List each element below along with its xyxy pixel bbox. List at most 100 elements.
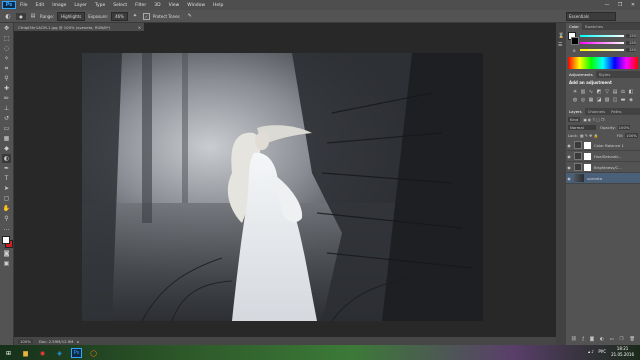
selective-color-icon[interactable]: ◈ [628,97,634,103]
fill-input[interactable]: 100% [625,133,638,138]
menu-3d[interactable]: 3D [150,3,164,8]
eye-icon[interactable]: ◉ [566,165,572,170]
menu-select[interactable]: Select [109,3,131,8]
exposure-icon[interactable]: ◩ [596,89,602,95]
menu-file[interactable]: File [16,3,32,8]
eraser-tool-icon[interactable]: ▭ [2,124,11,133]
healing-tool-icon[interactable]: ✚ [2,84,11,93]
photo-canvas[interactable] [82,53,483,321]
protect-tones-checkbox[interactable]: ✓ [142,12,150,20]
opera-taskbar-icon[interactable]: ◯ [88,348,99,358]
clock[interactable]: 18:21 21.05.2016 [611,346,634,358]
menu-layer[interactable]: Layer [70,3,91,8]
zoom-tool-icon[interactable]: ⚲ [2,214,11,223]
screen-mode-icon[interactable]: ▣ [2,259,11,268]
blend-mode-select[interactable]: Normal [568,125,596,130]
menu-edit[interactable]: Edit [32,3,49,8]
kind-filter-select[interactable]: Kind [568,117,581,122]
menu-window[interactable]: Window [183,3,209,8]
menu-help[interactable]: Help [209,3,227,8]
tab-channels[interactable]: Channels [585,108,609,115]
maximize-button[interactable]: ❐ [615,1,625,8]
eye-icon[interactable]: ◉ [566,176,572,181]
layer-name[interactable]: Hue/Saturati... [594,154,622,159]
properties-panel-icon[interactable]: ☰ [558,42,564,48]
history-brush-tool-icon[interactable]: ↺ [2,114,11,123]
vibrance-icon[interactable]: ▽ [604,89,610,95]
hue-saturation-icon[interactable]: ▤ [612,89,618,95]
slider-b-value[interactable]: 255 [626,48,636,52]
close-button[interactable]: ✕ [628,1,638,8]
gradient-map-icon[interactable]: ▬ [620,97,626,103]
curves-icon[interactable]: ∿ [588,89,594,95]
color-swatches[interactable] [0,234,13,248]
crop-tool-icon[interactable]: ⌗ [2,64,11,73]
pressure-icon[interactable]: ✎ [186,12,194,20]
layer-mask-thumb[interactable] [584,152,591,160]
browser-taskbar-icon[interactable]: ◉ [37,348,48,358]
shape-tool-icon[interactable]: ▢ [2,194,11,203]
tab-adjustments[interactable]: Adjustments [566,71,596,78]
hand-tool-icon[interactable]: ✋ [2,204,11,213]
gradient-tool-icon[interactable]: ▦ [2,134,11,143]
brush-tool-icon[interactable]: ✏ [2,94,11,103]
add-mask-icon[interactable]: ◙ [590,337,594,342]
new-layer-icon[interactable]: ❐ [620,337,624,342]
workspace-select[interactable]: Essentials [566,12,616,21]
path-select-tool-icon[interactable]: ➤ [2,184,11,193]
photoshop-taskbar-icon[interactable]: Ps [71,348,82,358]
close-tab-icon[interactable]: ✕ [138,25,141,30]
posterize-icon[interactable]: ▨ [604,97,610,103]
dodge-tool-icon-active[interactable]: ◐ [2,154,11,163]
tab-swatches[interactable]: Swatches [582,23,606,30]
photo-filter-icon[interactable]: ◍ [572,97,578,103]
brush-preset-picker[interactable]: ● [16,12,26,20]
link-layers-icon[interactable]: ⛓ [571,337,577,342]
lasso-tool-icon[interactable]: ◌ [2,44,11,53]
fx-icon[interactable]: ƒ [582,337,584,342]
slider-g-value[interactable]: 255 [626,41,636,45]
layer-name[interactable]: Color Balance 1 [594,143,624,148]
app-taskbar-icon[interactable]: ◈ [54,348,65,358]
quick-select-tool-icon[interactable]: ✧ [2,54,11,63]
delete-layer-icon[interactable]: 🗑 [629,337,635,342]
opacity-input[interactable]: 100% [617,125,631,130]
explorer-taskbar-icon[interactable]: ▆ [20,348,31,358]
tray-icons[interactable]: ▴ ♪ [588,349,594,354]
minimize-button[interactable]: — [602,1,612,8]
menu-type[interactable]: Type [91,3,109,8]
menu-image[interactable]: Image [48,3,70,8]
zoom-level[interactable]: 100% [18,338,33,344]
layer-mask-thumb[interactable] [584,141,591,149]
slider-g-track[interactable] [580,42,624,44]
start-button-icon[interactable]: ⊞ [3,348,14,358]
layer-name[interactable]: Brightness/C... [594,165,622,170]
layer-mask-thumb[interactable] [584,163,591,171]
threshold-icon[interactable]: ◫ [612,97,618,103]
color-lookup-icon[interactable]: ▦ [588,97,594,103]
bg-color-chip[interactable] [571,37,579,45]
eye-icon[interactable]: ◉ [566,143,572,148]
layer-row[interactable]: ◉ Color Balance 1 [566,140,640,151]
menu-filter[interactable]: Filter [131,3,150,8]
clone-stamp-tool-icon[interactable]: ⊥ [2,104,11,113]
new-adjustment-icon[interactable]: ◐ [600,337,604,342]
brightness-contrast-icon[interactable]: ☀ [572,89,578,95]
new-group-icon[interactable]: ▭ [610,337,614,342]
tab-paths[interactable]: Paths [608,108,624,115]
slider-r-track[interactable] [580,35,624,37]
eyedropper-tool-icon[interactable]: ⚲ [2,74,11,83]
tab-layers[interactable]: Layers [566,108,585,115]
language-indicator[interactable]: РУС [598,349,606,354]
dodge-tool-icon[interactable]: ◐ [3,12,13,21]
document-tab[interactable]: CfrdpI5hr1ACM-1.jpg @ 100% (sveneta, RGB… [14,23,144,31]
lock-icons[interactable]: ▦ ✎ ✥ 🔒 [580,133,598,138]
brush-panel-icon[interactable]: ▤ [29,12,37,20]
range-select[interactable]: Highlights [57,11,86,21]
layer-row[interactable]: ◉ Brightness/C... [566,162,640,173]
status-arrow-icon[interactable]: ▸ [77,339,79,344]
blur-tool-icon[interactable]: ◆ [2,144,11,153]
menu-view[interactable]: View [165,3,184,8]
move-tool-icon[interactable]: ✥ [2,24,11,33]
airbrush-icon[interactable]: ✦ [131,12,139,20]
